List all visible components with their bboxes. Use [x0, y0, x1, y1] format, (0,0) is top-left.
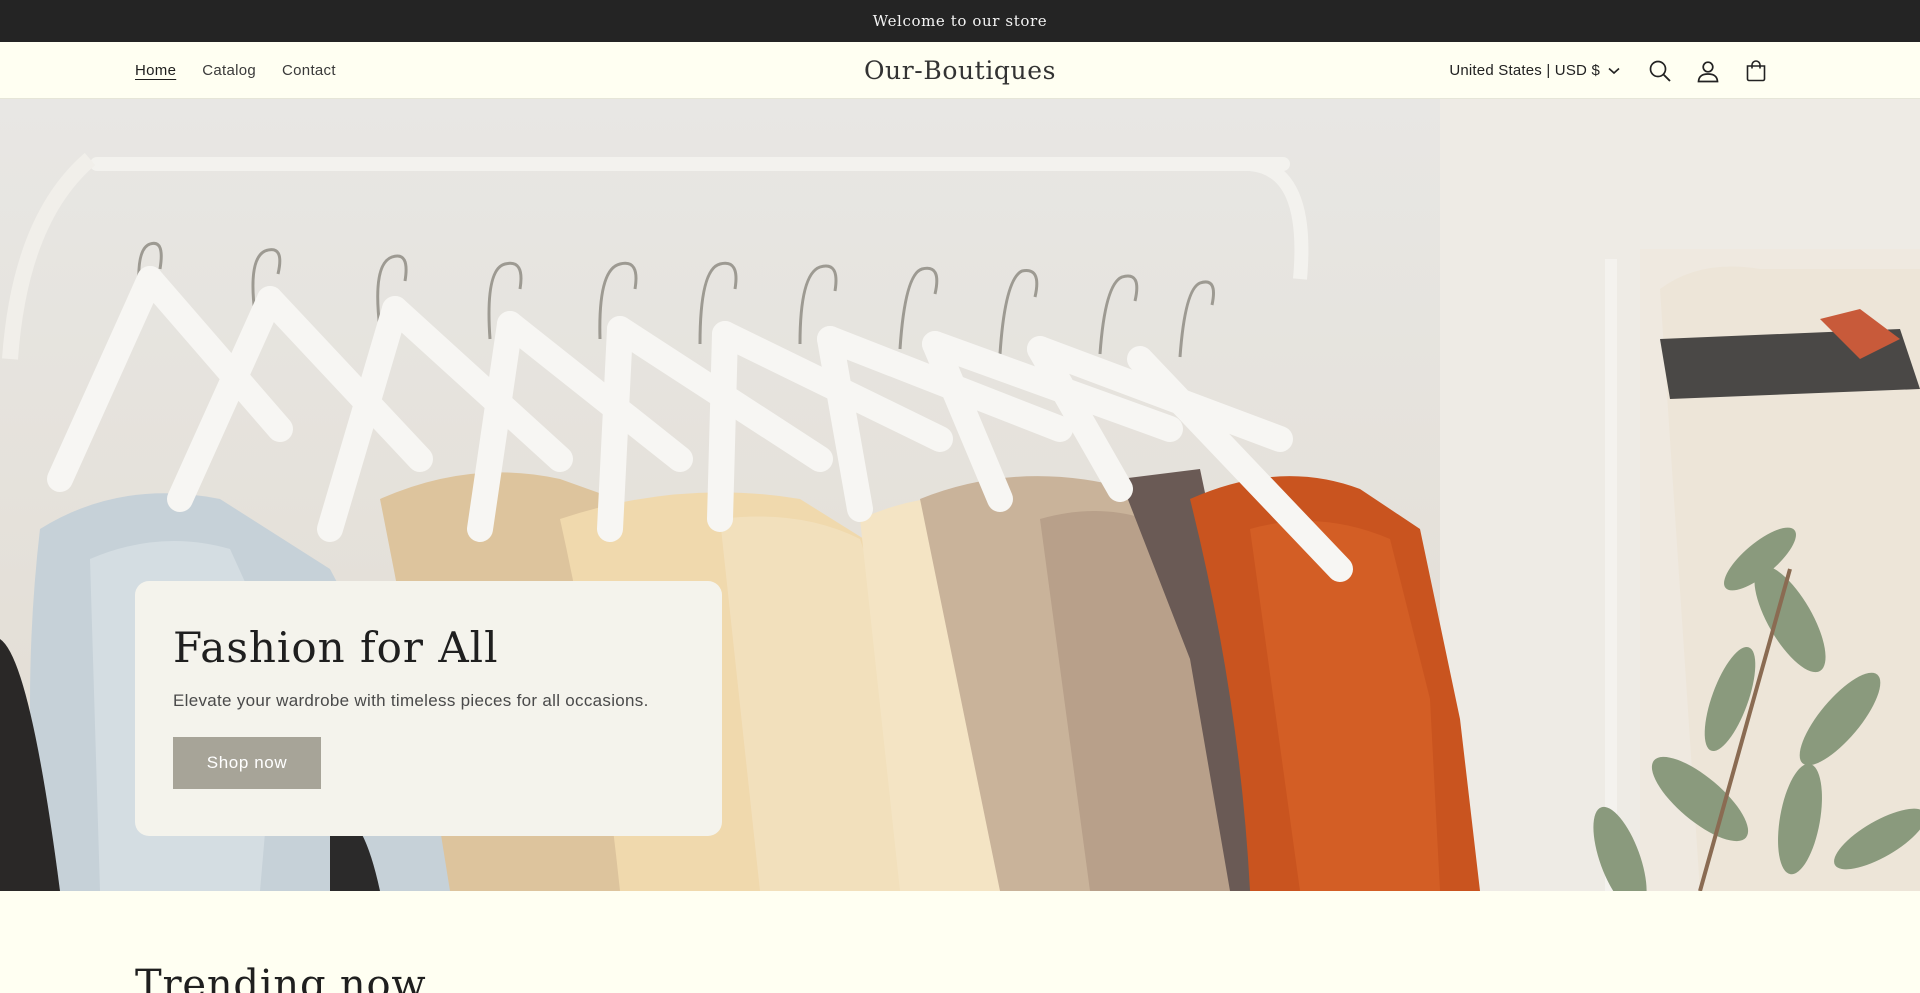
locale-selector[interactable]: United States | USD $ — [1449, 62, 1620, 79]
store-logo[interactable]: Our-Boutiques — [864, 56, 1056, 85]
chevron-down-icon — [1608, 67, 1620, 74]
hero-card: Fashion for All Elevate your wardrobe wi… — [135, 581, 722, 836]
cart-icon — [1746, 59, 1766, 81]
account-icon — [1697, 60, 1719, 82]
nav-catalog[interactable]: Catalog — [202, 62, 256, 79]
hero-banner: Fashion for All Elevate your wardrobe wi… — [0, 99, 1920, 891]
hero-subtitle: Elevate your wardrobe with timeless piec… — [173, 691, 649, 711]
announcement-text: Welcome to our store — [872, 12, 1048, 30]
cart-button[interactable] — [1732, 49, 1780, 93]
trending-title: Trending now — [135, 962, 427, 993]
shop-now-button[interactable]: Shop now — [173, 737, 321, 790]
main-nav: Home Catalog Contact — [135, 42, 336, 99]
nav-home[interactable]: Home — [135, 62, 176, 79]
site-header: Home Catalog Contact Our-Boutiques Unite… — [0, 42, 1920, 99]
hero-title: Fashion for All — [173, 623, 499, 672]
header-tools: United States | USD $ — [1449, 42, 1780, 99]
search-button[interactable] — [1636, 49, 1684, 93]
nav-contact[interactable]: Contact — [282, 62, 336, 79]
search-icon — [1649, 60, 1671, 82]
account-button[interactable] — [1684, 49, 1732, 93]
announcement-bar: Welcome to our store — [0, 0, 1920, 42]
locale-label: United States | USD $ — [1449, 62, 1600, 79]
